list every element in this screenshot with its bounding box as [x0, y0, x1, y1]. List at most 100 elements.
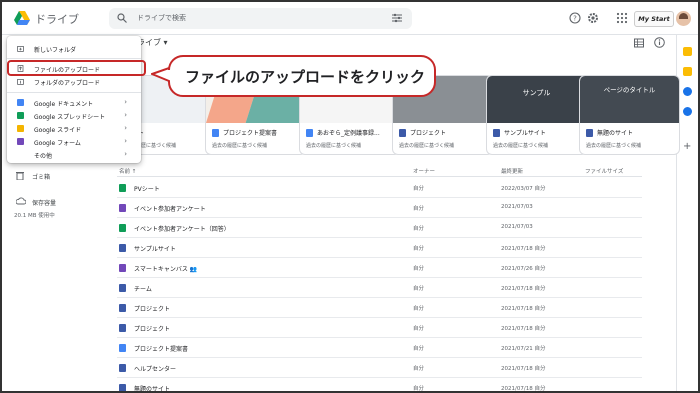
forms-icon — [119, 204, 126, 212]
search-bar[interactable]: ドライブで検索 — [109, 8, 412, 29]
file-name: スマートキャンバス 👥 — [134, 266, 198, 273]
file-modified: 2021/07/26 自分 — [501, 266, 546, 272]
jamboard-icon — [119, 264, 126, 272]
search-input[interactable]: ドライブで検索 — [137, 13, 186, 23]
nav-trash[interactable]: ゴミ箱 — [16, 170, 96, 182]
file-row[interactable]: PVシート 自分 2022/03/07 自分 — [117, 178, 642, 198]
file-modified: 2021/07/18 自分 — [501, 366, 546, 372]
file-modified: 2021/07/18 自分 — [501, 286, 546, 292]
sites-icon — [493, 129, 500, 137]
card-name: プロジェクト — [410, 130, 447, 137]
file-row[interactable]: イベント参加者アンケート（回答） 自分 2021/07/03 — [117, 218, 642, 238]
file-name: ヘルプセンター — [134, 366, 177, 373]
keep-addon-icon[interactable] — [683, 67, 692, 76]
card-subtitle: 過去の履歴に基づく候補 — [306, 143, 362, 149]
nav-storage[interactable]: 保存容量 — [16, 196, 96, 208]
file-row[interactable]: ヘルプセンター 自分 2021/07/18 自分 — [117, 358, 642, 378]
card-thumbnail: ページのタイトル — [580, 76, 679, 123]
quick-access-card[interactable]: ページのタイトル 無題のサイト 過去の履歴に基づく候補 — [579, 75, 680, 155]
column-modified[interactable]: 最終更新 — [501, 167, 523, 175]
file-row[interactable]: チーム 自分 2021/07/18 自分 — [117, 278, 642, 298]
sites-icon — [119, 304, 126, 312]
card-thumbnail: サンプル — [487, 76, 586, 123]
info-icon[interactable] — [654, 37, 665, 48]
menu-item-google-forms[interactable]: Google フォーム › — [7, 135, 141, 148]
menu-item-new-folder[interactable]: 新しいフォルダ — [7, 42, 141, 55]
drive-logo-icon[interactable] — [14, 11, 30, 25]
file-row[interactable]: イベント参加者アンケート 自分 2021/07/03 — [117, 198, 642, 218]
sites-icon — [586, 129, 593, 137]
file-name: イベント参加者アンケート（回答） — [134, 226, 230, 233]
list-view-icon[interactable] — [634, 38, 644, 48]
folder-plus-icon — [17, 46, 24, 52]
app-window: ドライブ ドライブで検索 ? My Start + ゴミ箱 保存容量 20.1 … — [0, 0, 700, 393]
add-addon-icon[interactable]: + — [683, 141, 691, 152]
file-row[interactable]: サンプルサイト 自分 2021/07/18 自分 — [117, 238, 642, 258]
chevron-right-icon: › — [124, 111, 127, 119]
file-row[interactable]: 無題のサイト 自分 2021/07/18 自分 — [117, 378, 642, 391]
menu-item-google-docs[interactable]: Google ドキュメント › — [7, 96, 141, 109]
file-owner: 自分 — [413, 186, 425, 192]
chevron-right-icon: › — [124, 98, 127, 106]
file-name: プロジェクト提案書 — [134, 346, 189, 353]
breadcrumb[interactable]: ライブ ▾ — [137, 37, 168, 48]
forms-icon — [17, 138, 24, 145]
file-owner: 自分 — [413, 326, 425, 332]
file-modified: 2021/07/03 — [501, 224, 533, 230]
file-modified: 2021/07/18 自分 — [501, 326, 546, 332]
sheets-icon — [119, 184, 126, 192]
my-start-button[interactable]: My Start — [634, 11, 674, 27]
sites-icon — [119, 284, 126, 292]
highlight-box — [7, 60, 146, 76]
file-name: イベント参加者アンケート — [134, 206, 206, 213]
card-name: プロジェクト提案書 — [223, 130, 278, 137]
docs-icon — [119, 344, 126, 352]
menu-item-label: Google スプレッドシート — [34, 114, 106, 121]
menu-item-folder-upload[interactable]: フォルダのアップロード — [7, 75, 141, 88]
menu-item-google-sheets[interactable]: Google スプレッドシート › — [7, 109, 141, 122]
file-row[interactable]: スマートキャンバス 👥 自分 2021/07/26 自分 — [117, 258, 642, 278]
search-icon[interactable] — [117, 13, 127, 23]
contacts-addon-icon[interactable] — [683, 107, 692, 116]
card-subtitle: 過去の履歴に基づく候補 — [493, 143, 549, 149]
menu-item-label: Google フォーム — [34, 140, 81, 147]
file-modified: 2021/07/21 自分 — [501, 346, 546, 352]
search-options-icon[interactable] — [392, 13, 402, 23]
file-row[interactable]: プロジェクト提案書 自分 2021/07/21 自分 — [117, 338, 642, 358]
card-thumbnail-text: ページのタイトル — [603, 86, 656, 94]
docs-icon — [17, 99, 24, 106]
nav-storage-label: 保存容量 — [32, 200, 57, 207]
top-bar: ドライブ ドライブで検索 ? My Start — [2, 2, 698, 35]
column-size[interactable]: ファイルサイズ — [585, 167, 623, 175]
column-name[interactable]: 名前 ↑ — [119, 167, 136, 175]
help-icon[interactable]: ? — [569, 12, 581, 24]
column-owner[interactable]: オーナー — [413, 167, 435, 175]
file-modified: 2021/07/18 自分 — [501, 246, 546, 252]
menu-item-label: Google スライド — [34, 127, 82, 134]
file-row[interactable]: プロジェクト 自分 2021/07/18 自分 — [117, 318, 642, 338]
card-name: あおぞら_定例議事録... — [317, 130, 380, 137]
sites-icon — [399, 129, 406, 137]
menu-item-more[interactable]: その他 › — [7, 148, 141, 161]
calendar-addon-icon[interactable] — [683, 47, 692, 56]
quick-access-card[interactable]: サンプル サンプルサイト 過去の履歴に基づく候補 — [486, 75, 587, 155]
menu-divider — [7, 58, 141, 59]
sites-icon — [119, 324, 126, 332]
docs-icon — [306, 129, 313, 137]
callout-bubble — [151, 55, 436, 97]
sites-icon — [119, 364, 126, 372]
menu-item-label: 新しいフォルダ — [34, 47, 77, 54]
tasks-addon-icon[interactable] — [683, 87, 692, 96]
file-owner: 自分 — [413, 206, 425, 212]
card-name: 無題のサイト — [597, 130, 634, 137]
file-owner: 自分 — [413, 346, 425, 352]
cloud-icon — [16, 197, 26, 205]
apps-grid-icon[interactable] — [616, 12, 628, 24]
menu-item-label: その他 — [34, 153, 53, 160]
sheets-icon — [119, 224, 126, 232]
settings-icon[interactable] — [587, 12, 599, 24]
avatar[interactable] — [676, 11, 691, 26]
file-row[interactable]: プロジェクト 自分 2021/07/18 自分 — [117, 298, 642, 318]
slides-icon — [17, 125, 24, 132]
menu-item-google-slides[interactable]: Google スライド › — [7, 122, 141, 135]
